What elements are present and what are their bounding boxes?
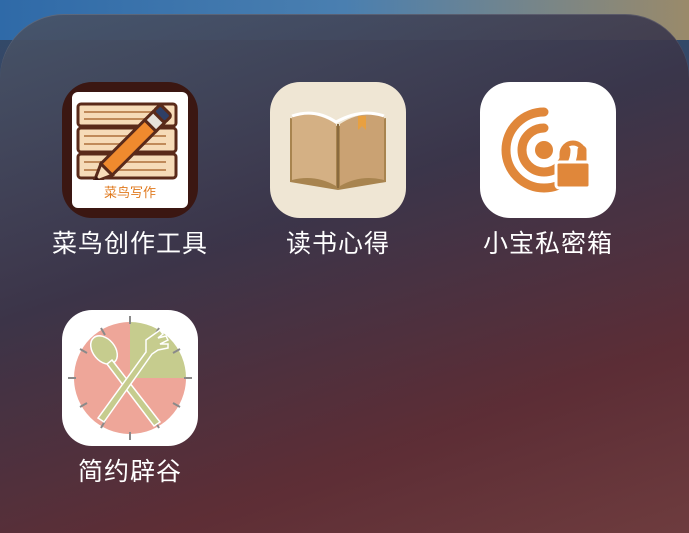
spoon-fork-clock-icon[interactable]: [62, 310, 198, 446]
app-reading-notes[interactable]: 读书心得: [238, 82, 438, 259]
icon-caption: 菜鸟写作: [104, 185, 156, 201]
app-caoniao-writing-tool[interactable]: 菜鸟写作 菜鸟创作工具: [30, 82, 230, 259]
app-simple-fasting[interactable]: 简约辟谷: [30, 310, 230, 487]
app-label: 小宝私密箱: [482, 229, 613, 258]
app-private-box[interactable]: 小宝私密箱: [448, 82, 648, 259]
pencil-books-icon[interactable]: 菜鸟写作: [62, 82, 198, 218]
app-label: 读书心得: [285, 229, 390, 258]
app-label: 简约辟谷: [77, 457, 182, 486]
app-label: 菜鸟创作工具: [51, 229, 208, 258]
signal-lock-icon[interactable]: [480, 82, 616, 218]
open-book-icon[interactable]: [270, 82, 406, 218]
app-folder: 菜鸟写作 菜鸟创作工具 读书心得 小宝私密箱 简约辟谷: [0, 14, 689, 533]
